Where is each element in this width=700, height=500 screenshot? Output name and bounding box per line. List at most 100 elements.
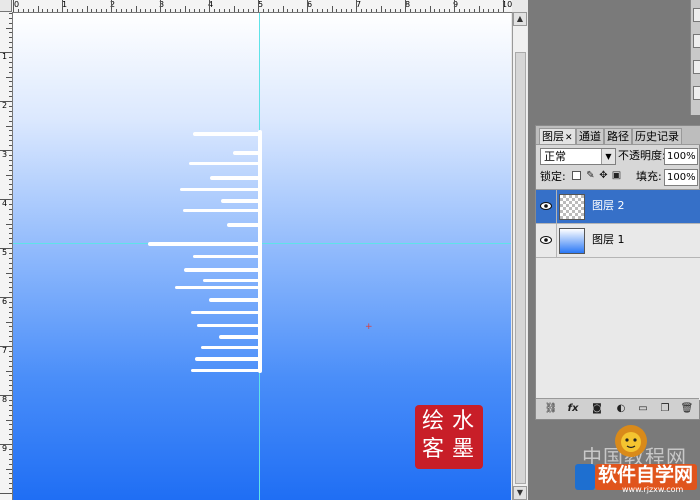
ruler-origin[interactable] [0, 0, 12, 12]
adjustment-icon[interactable]: ◐ [614, 402, 628, 416]
ruler-tick [106, 9, 108, 12]
opacity-field[interactable]: 100% [664, 148, 698, 165]
ruler-tick [9, 365, 12, 367]
ruler-tick [9, 169, 12, 171]
ruler-tick [9, 483, 12, 485]
ruler-tick [468, 9, 470, 12]
tab-paths[interactable]: 路径 [604, 128, 632, 144]
blend-mode-select[interactable]: 正常 ▼ [540, 148, 616, 165]
ruler-label: 7 [2, 346, 8, 355]
ruler-tick [9, 399, 12, 401]
ruler-tick [9, 189, 12, 191]
brush-stroke [221, 199, 261, 203]
ruler-tick [385, 9, 387, 12]
ruler-tick [439, 9, 441, 12]
ruler-tick [218, 9, 220, 12]
fill-field[interactable]: 100% [664, 169, 698, 186]
brush-stroke [148, 242, 261, 246]
ruler-tick [6, 174, 12, 176]
watermark-url: www.rjzxw.com [622, 485, 684, 494]
ruler-tick [390, 9, 392, 12]
ruler-tick [0, 297, 12, 298]
ruler-tick [9, 326, 12, 328]
ruler-tick [160, 0, 161, 12]
vertical-scrollbar[interactable]: ▲ ▼ [512, 12, 527, 500]
layer-name[interactable]: 图层 2 [592, 199, 625, 213]
ruler-tick [209, 0, 210, 12]
dock-button-icon[interactable] [693, 86, 700, 100]
ruler-tick [498, 9, 500, 12]
tab-channels[interactable]: 通道 [576, 128, 604, 144]
ruler-tick [76, 9, 78, 12]
lock-brush-icon[interactable]: ✎ [585, 170, 596, 181]
ruler-tick [9, 390, 12, 392]
lock-label: 锁定: [540, 170, 566, 183]
new-layer-icon[interactable]: ❐ [658, 402, 672, 416]
ruler-tick [370, 9, 372, 12]
ruler-tick [9, 424, 12, 426]
ruler-tick [405, 0, 406, 12]
ruler-tick [272, 9, 274, 12]
ruler-tick [292, 9, 294, 12]
ruler-tick [9, 120, 12, 122]
seal-character: 绘 [421, 409, 444, 434]
trash-icon[interactable]: 🗑 [680, 402, 694, 416]
layers-panel-footer: ⛓ fx ◙ ◐ ▭ ❐ 🗑 [536, 398, 699, 419]
brush-stroke [197, 324, 261, 327]
ruler-tick [223, 9, 225, 12]
layer-name[interactable]: 图层 1 [592, 233, 625, 247]
horizontal-guide[interactable] [13, 243, 511, 244]
dock-button-icon[interactable] [693, 8, 700, 22]
brush-stroke [210, 176, 261, 180]
opacity-label: 不透明度: [618, 149, 666, 162]
ruler-tick [444, 9, 446, 12]
link-icon[interactable]: ⛓ [544, 402, 558, 416]
ruler-tick [302, 9, 304, 12]
ruler-tick [194, 9, 196, 12]
opacity-value: 100% [667, 151, 696, 162]
ruler-tick [184, 6, 186, 12]
ruler-tick [6, 419, 12, 421]
horizontal-ruler[interactable]: 0 1 2 3 4 5 6 7 8 9 10 [12, 0, 512, 13]
scroll-thumb[interactable] [515, 52, 526, 484]
visibility-toggle[interactable] [536, 190, 557, 223]
ruler-tick [9, 453, 12, 455]
ruler-tick [9, 341, 12, 343]
image-canvas[interactable]: + 水 墨 绘 客 [13, 13, 511, 500]
layer-row-1[interactable]: 图层 1 [536, 224, 700, 258]
tab-history[interactable]: 历史记录 [632, 128, 682, 144]
group-icon[interactable]: ▭ [636, 402, 650, 416]
ruler-label: 8 [2, 395, 8, 404]
ruler-tick [32, 9, 34, 12]
scroll-down-icon[interactable]: ▼ [513, 486, 527, 500]
ruler-tick [6, 27, 12, 29]
fill-label: 填充: [636, 170, 662, 183]
layer-row-2[interactable]: 图层 2 [536, 190, 700, 224]
chevron-down-icon[interactable]: ▼ [601, 149, 615, 164]
ruler-tick [9, 331, 12, 333]
dock-button-icon[interactable] [693, 60, 700, 74]
close-icon[interactable]: ✕ [565, 133, 573, 143]
ruler-tick [277, 9, 279, 12]
visibility-toggle[interactable] [536, 224, 557, 257]
ruler-label: 4 [2, 199, 8, 208]
fx-icon[interactable]: fx [566, 402, 580, 416]
lock-all-icon[interactable]: ▣ [611, 170, 622, 181]
brush-stroke [191, 311, 261, 314]
ruler-tick [174, 9, 176, 12]
brush-stroke [175, 286, 261, 289]
ruler-tick [6, 468, 12, 470]
lock-move-icon[interactable]: ✥ [598, 170, 609, 181]
dock-button-icon[interactable] [693, 34, 700, 48]
mask-icon[interactable]: ◙ [590, 402, 604, 416]
ruler-tick [179, 9, 181, 12]
vertical-ruler[interactable]: 1 2 3 4 5 6 7 8 9 [0, 12, 13, 500]
tab-layers[interactable]: 图层✕ [539, 128, 576, 144]
lock-transparency-icon[interactable] [572, 171, 581, 180]
lion-logo-icon [615, 425, 647, 457]
scroll-up-icon[interactable]: ▲ [513, 12, 527, 26]
ruler-tick [9, 434, 12, 436]
ruler-tick [9, 12, 12, 14]
ruler-tick [267, 9, 269, 12]
tab-label: 通道 [579, 130, 601, 143]
